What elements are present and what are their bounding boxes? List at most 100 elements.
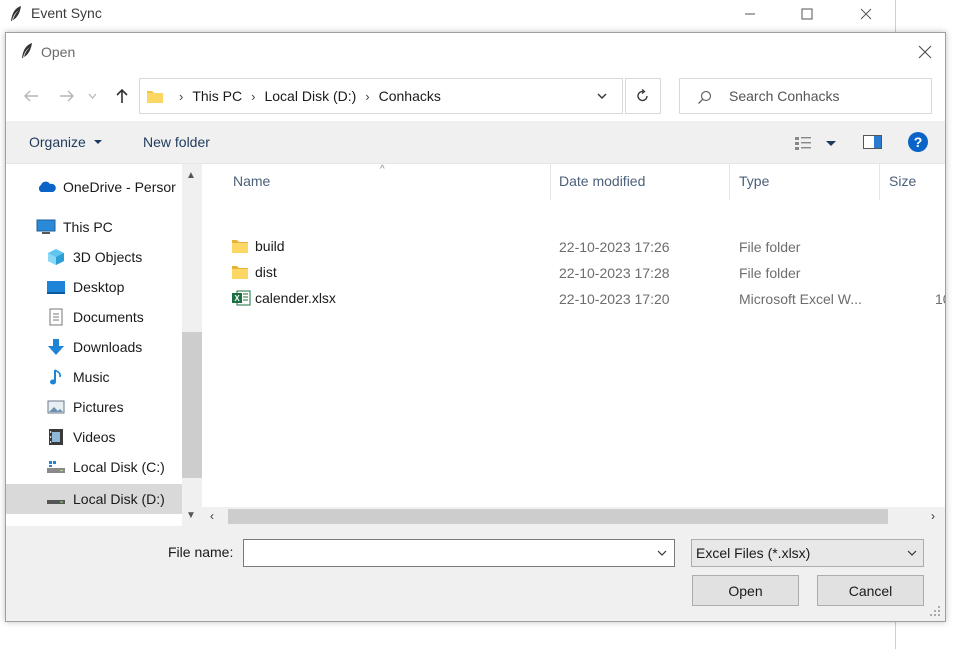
preview-pane-button[interactable] xyxy=(862,133,884,154)
nav-item-label: Pictures xyxy=(73,399,124,415)
nav-item-videos[interactable]: Videos xyxy=(6,422,182,452)
scroll-up-icon[interactable]: ▲ xyxy=(186,170,196,181)
recent-locations-button[interactable] xyxy=(85,85,99,107)
file-date: 22-10-2023 17:26 xyxy=(559,239,670,255)
nav-item-documents[interactable]: Documents xyxy=(6,302,182,332)
folder-icon xyxy=(232,266,248,279)
chevron-right-icon: › xyxy=(365,88,370,104)
file-date: 22-10-2023 17:28 xyxy=(559,265,670,281)
arrow-up-icon xyxy=(116,88,128,103)
help-button[interactable]: ? xyxy=(907,131,929,156)
nav-item-label: This PC xyxy=(63,219,113,235)
resize-grip-icon[interactable] xyxy=(929,605,941,617)
chevron-right-icon: › xyxy=(251,88,256,104)
column-divider[interactable] xyxy=(879,164,880,200)
nav-item-label: Music xyxy=(73,369,110,385)
search-box[interactable] xyxy=(679,78,932,114)
dialog-close-button[interactable] xyxy=(909,37,941,67)
breadcrumb: › This PC › Local Disk (D:) › Conhacks xyxy=(170,88,441,104)
file-date: 22-10-2023 17:20 xyxy=(559,291,670,307)
scrollbar-thumb[interactable] xyxy=(182,332,202,478)
main-window-title: Event Sync xyxy=(31,5,102,21)
nav-item-this-pc[interactable]: This PC xyxy=(6,212,182,242)
nav-item-3d-objects[interactable]: 3D Objects xyxy=(6,242,182,272)
arrow-right-icon xyxy=(60,90,74,102)
organize-button[interactable]: Organize xyxy=(29,134,104,150)
folder-icon xyxy=(147,91,163,103)
nav-item-label: Documents xyxy=(73,309,144,325)
search-icon xyxy=(698,90,712,104)
maximize-icon xyxy=(801,8,813,20)
file-row[interactable]: X calender.xlsx 22-10-2023 17:20 Microso… xyxy=(202,286,945,312)
breadcrumb-conhacks[interactable]: Conhacks xyxy=(379,88,441,104)
nav-pane-scrollbar[interactable]: ▲ ▼ xyxy=(182,164,202,526)
refresh-button[interactable] xyxy=(625,78,661,114)
sort-ascending-icon: ^ xyxy=(380,164,385,175)
file-type: File folder xyxy=(739,265,801,281)
main-close-button[interactable] xyxy=(843,0,889,28)
pc-icon xyxy=(36,218,56,236)
dialog-footer: File name: Excel Files (*.xlsx) Open Can… xyxy=(6,526,945,621)
open-dialog: Open › This PC › Local Disk (D:) › Conha… xyxy=(5,32,946,622)
cancel-button[interactable]: Cancel xyxy=(817,575,924,606)
maximize-button[interactable] xyxy=(784,0,830,28)
scrollbar-thumb[interactable] xyxy=(228,509,888,524)
file-size: 10 xyxy=(935,291,945,307)
column-header-size[interactable]: Size xyxy=(889,173,916,189)
file-name-combobox[interactable] xyxy=(243,539,675,567)
refresh-icon xyxy=(637,89,648,102)
back-button[interactable] xyxy=(20,85,42,107)
scroll-down-icon[interactable]: ▼ xyxy=(186,510,196,521)
open-button[interactable]: Open xyxy=(692,575,799,606)
excel-file-icon: X xyxy=(232,290,251,306)
column-header-date[interactable]: Date modified xyxy=(559,173,645,189)
file-name-label: File name: xyxy=(168,544,234,560)
organize-label: Organize xyxy=(29,134,86,150)
change-view-button[interactable] xyxy=(793,133,839,154)
dialog-titlebar: Open xyxy=(6,33,945,71)
file-row[interactable]: build 22-10-2023 17:26 File folder xyxy=(202,234,945,260)
scroll-right-icon[interactable]: › xyxy=(931,509,935,523)
file-row[interactable]: dist 22-10-2023 17:28 File folder xyxy=(202,260,945,286)
drive-d-icon xyxy=(46,490,66,508)
search-input[interactable] xyxy=(729,87,925,105)
minimize-button[interactable] xyxy=(727,0,773,28)
column-divider[interactable] xyxy=(729,164,730,200)
chevron-down-icon xyxy=(88,93,96,99)
nav-item-pictures[interactable]: Pictures xyxy=(6,392,182,422)
breadcrumb-this-pc[interactable]: This PC xyxy=(192,88,242,104)
forward-button[interactable] xyxy=(56,85,78,107)
nav-item-music[interactable]: Music xyxy=(6,362,182,392)
nav-item-label: 3D Objects xyxy=(73,249,143,265)
nav-item-label: Desktop xyxy=(73,279,125,295)
3d-objects-icon xyxy=(46,248,66,266)
horizontal-scrollbar[interactable]: ‹ › xyxy=(202,507,945,526)
nav-item-desktop[interactable]: Desktop xyxy=(6,272,182,302)
music-icon xyxy=(46,368,66,386)
address-bar[interactable]: › This PC › Local Disk (D:) › Conhacks xyxy=(139,78,623,114)
breadcrumb-local-disk-d[interactable]: Local Disk (D:) xyxy=(264,88,356,104)
file-name-input[interactable] xyxy=(248,545,648,563)
column-divider[interactable] xyxy=(550,164,551,200)
file-type: File folder xyxy=(739,239,801,255)
scroll-left-icon[interactable]: ‹ xyxy=(210,509,214,523)
nav-item-label: Videos xyxy=(73,429,116,445)
chevron-down-icon[interactable] xyxy=(656,547,668,559)
column-header-name[interactable]: Name xyxy=(233,173,270,189)
feather-icon xyxy=(11,6,21,21)
videos-icon xyxy=(46,428,66,446)
nav-item-local-disk-c[interactable]: Local Disk (C:) xyxy=(6,452,182,482)
arrow-left-icon xyxy=(24,90,38,102)
file-type-filter[interactable]: Excel Files (*.xlsx) xyxy=(691,539,924,567)
nav-item-downloads[interactable]: Downloads xyxy=(6,332,182,362)
column-header-type[interactable]: Type xyxy=(739,173,769,189)
file-type-filter-value: Excel Files (*.xlsx) xyxy=(696,545,811,561)
up-button[interactable] xyxy=(111,85,133,107)
nav-item-local-disk-d[interactable]: Local Disk (D:) xyxy=(6,484,182,514)
desktop-icon xyxy=(46,278,66,296)
caret-down-icon xyxy=(93,140,102,144)
chevron-down-icon[interactable] xyxy=(595,89,609,103)
new-folder-button[interactable]: New folder xyxy=(143,134,210,150)
file-name: build xyxy=(255,238,285,254)
nav-item-onedrive[interactable]: OneDrive - Persor xyxy=(6,172,182,202)
